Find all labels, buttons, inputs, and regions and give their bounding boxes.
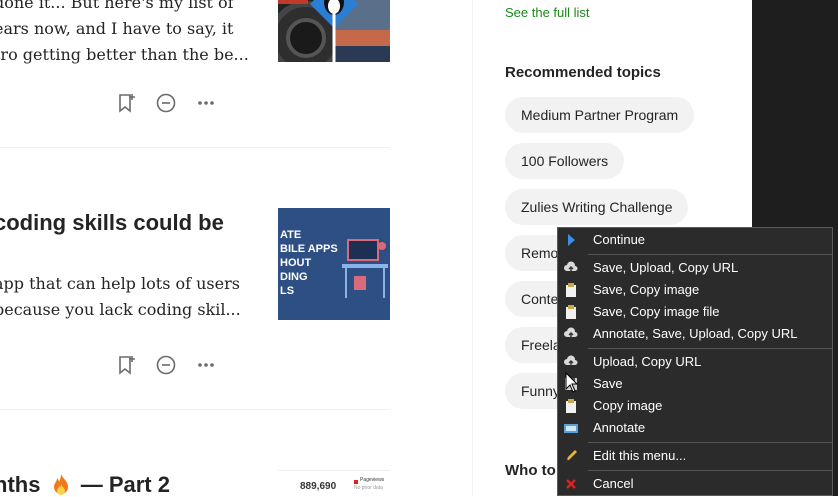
recommended-topics-heading: Recommended topics <box>505 64 661 81</box>
menu-item-save-copy-image[interactable]: Save, Copy image <box>558 279 832 301</box>
excerpt-line: tro getting better than the be... <box>0 45 249 64</box>
thumb-text: HOUT <box>280 257 312 269</box>
menu-separator <box>588 442 832 443</box>
topic-pill[interactable]: 100 Followers <box>505 143 625 179</box>
image-edit-icon <box>564 420 578 436</box>
sidebar-divider <box>472 0 473 496</box>
article-thumbnail[interactable]: 889,690 Pageviews No prior data <box>278 470 390 496</box>
red-x-icon <box>564 476 578 492</box>
menu-item-label: Continue <box>593 232 646 247</box>
excerpt-line: app that can help lots of users <box>0 274 240 293</box>
capture-context-menu: Continue Save, Upload, Copy URL Save, Co… <box>557 227 833 496</box>
thumb-text: ATE <box>280 229 302 241</box>
article-thumbnail[interactable]: ATE BILE APPS HOUT DING LS <box>278 208 390 320</box>
menu-item-label: Upload, Copy URL <box>593 354 702 369</box>
menu-item-label: Save, Upload, Copy URL <box>593 260 739 275</box>
article-divider <box>0 147 390 148</box>
article-actions <box>116 92 226 116</box>
article-title[interactable]: coding skills could be <box>0 210 224 236</box>
title-text: nths <box>0 472 41 496</box>
stat-legend-sub: No prior data <box>354 485 383 491</box>
menu-separator <box>588 254 832 255</box>
article-divider <box>0 409 390 410</box>
menu-item-copy-image[interactable]: Copy image <box>558 395 832 417</box>
cloud-upload-icon <box>564 354 578 370</box>
thumb-text: LS <box>280 285 295 297</box>
thumb-text: DING <box>280 271 308 283</box>
menu-item-save-copy-image-file[interactable]: Save, Copy image file <box>558 301 832 323</box>
thumb-text: BILE APPS <box>280 243 338 255</box>
stat-number: 889,690 <box>300 481 337 492</box>
desk-illustration <box>342 239 388 298</box>
mouse-cursor-icon <box>565 372 579 393</box>
menu-item-label: Edit this menu... <box>593 448 687 463</box>
bookmark-add-icon[interactable] <box>116 354 138 376</box>
menu-item-label: Save, Copy image file <box>593 304 720 319</box>
article-excerpt[interactable]: done it... But here's my list of ears no… <box>0 0 249 68</box>
who-to-follow-heading: Who to <box>505 462 556 479</box>
menu-item-label: Annotate, Save, Upload, Copy URL <box>593 326 798 341</box>
menu-item-label: Copy image <box>593 398 663 413</box>
menu-item-label: Annotate <box>593 420 646 435</box>
article-actions <box>116 354 226 378</box>
show-less-icon[interactable] <box>155 354 177 376</box>
legend-swatch <box>354 480 358 484</box>
linux-thumbnail-image <box>278 0 390 62</box>
clipboard-icon <box>564 304 578 320</box>
article-feed: done it... But here's my list of ears no… <box>0 0 390 496</box>
topic-pill[interactable]: Medium Partner Program <box>505 97 695 133</box>
menu-item-label: Cancel <box>593 476 634 491</box>
title-text: — Part 2 <box>80 472 170 496</box>
clipboard-icon <box>564 282 578 298</box>
cloud-upload-icon <box>564 326 578 342</box>
menu-item-upload-copy-url[interactable]: Upload, Copy URL <box>558 351 832 373</box>
play-arrow-icon <box>564 232 578 248</box>
stat-legend: Pageviews <box>360 477 385 483</box>
see-full-list-link[interactable]: See the full list <box>505 5 590 20</box>
menu-item-annotate-save-upload-copy-url[interactable]: Annotate, Save, Upload, Copy URL <box>558 323 832 345</box>
topic-pill[interactable]: Zulies Writing Challenge <box>505 189 689 225</box>
bookmark-add-icon[interactable] <box>116 92 138 114</box>
menu-item-continue[interactable]: Continue <box>558 229 832 251</box>
more-options-icon[interactable] <box>195 354 217 376</box>
article-title[interactable]: nths — Part 2 <box>0 472 170 496</box>
show-less-icon[interactable] <box>155 92 177 114</box>
more-options-icon[interactable] <box>195 92 217 114</box>
menu-item-label: Save, Copy image <box>593 282 700 297</box>
fire-emoji-icon <box>53 474 68 495</box>
pencil-icon <box>564 448 578 464</box>
cloud-upload-icon <box>564 260 578 276</box>
menu-item-cancel[interactable]: Cancel <box>558 473 832 495</box>
excerpt-line: done it... But here's my list of <box>0 0 234 12</box>
menu-item-label: Save <box>593 376 623 391</box>
menu-item-save[interactable]: Save <box>558 373 832 395</box>
menu-item-edit-this-menu[interactable]: Edit this menu... <box>558 445 832 467</box>
menu-separator <box>588 470 832 471</box>
menu-item-annotate[interactable]: Annotate <box>558 417 832 439</box>
article-excerpt[interactable]: app that can help lots of users because … <box>0 271 241 323</box>
excerpt-line: because you lack coding skil... <box>0 300 241 319</box>
article-thumbnail[interactable] <box>278 0 390 62</box>
excerpt-line: ears now, and I have to say, it <box>0 19 234 38</box>
menu-item-save-upload-copy-url[interactable]: Save, Upload, Copy URL <box>558 257 832 279</box>
menu-separator <box>588 348 832 349</box>
clipboard-icon <box>564 398 578 414</box>
